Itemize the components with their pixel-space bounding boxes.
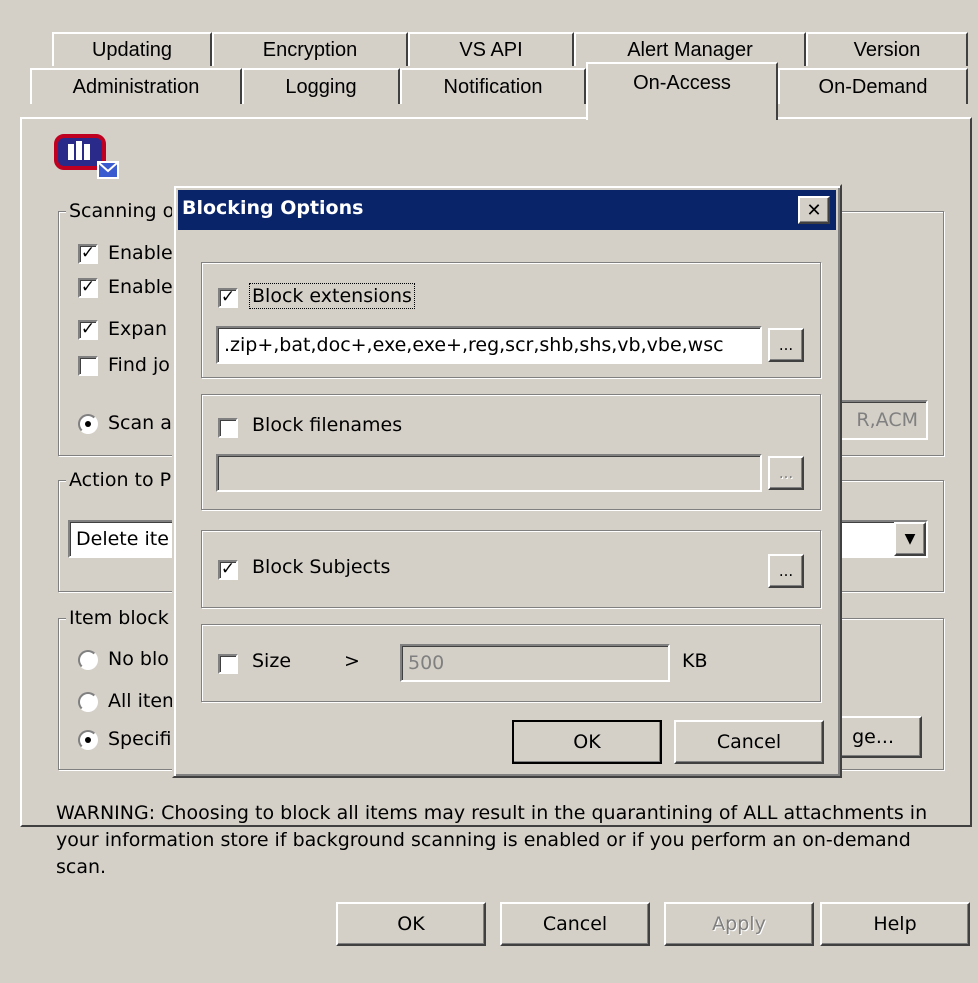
dialog-title: Blocking Options	[182, 197, 364, 219]
action-group-label: Action to P	[66, 469, 175, 491]
app-icon	[54, 132, 122, 184]
cancel-button-label: Cancel	[542, 913, 608, 935]
scan-radio[interactable]	[78, 414, 98, 434]
all-items-radio[interactable]	[78, 692, 98, 712]
dialog-ok-button[interactable]: OK	[512, 720, 662, 764]
ok-button-label: OK	[397, 913, 425, 935]
tab-label: VS API	[459, 38, 523, 61]
specific-label: Specifi	[108, 728, 172, 750]
dialog-titlebar: Blocking Options ✕	[178, 190, 836, 230]
warning-text: WARNING: Choosing to block all items may…	[56, 802, 928, 878]
specific-radio[interactable]	[78, 730, 98, 750]
blocking-options-dialog: Blocking Options ✕ ✓ Block extensions .z…	[172, 184, 842, 778]
tab-label: Logging	[285, 75, 357, 98]
tab-version[interactable]: Version	[806, 32, 968, 66]
tab-label: Notification	[443, 75, 543, 98]
size-input: 500	[400, 644, 670, 682]
tab-logging[interactable]: Logging	[242, 68, 400, 104]
block-extensions-label: Block extensions	[249, 283, 415, 309]
block-filenames-group	[201, 394, 821, 510]
size-checkbox[interactable]	[218, 654, 238, 674]
enable-label-2: Enable	[108, 276, 173, 298]
tab-encryption[interactable]: Encryption	[212, 32, 408, 66]
size-value: 500	[408, 652, 445, 674]
close-button[interactable]: ✕	[798, 196, 830, 224]
enable-label-1: Enable	[108, 242, 173, 264]
block-subjects-browse-button[interactable]: ...	[768, 554, 804, 588]
tab-on-access[interactable]: On-Access	[586, 62, 778, 120]
apply-button: Apply	[664, 902, 814, 946]
browse-label: ...	[778, 336, 794, 354]
tab-updating[interactable]: Updating	[52, 32, 212, 66]
block-extensions-value: .zip+,bat,doc+,exe,exe+,reg,scr,shb,shs,…	[224, 334, 724, 356]
tab-on-demand[interactable]: On-Demand	[778, 68, 968, 104]
apply-button-label: Apply	[712, 913, 766, 935]
help-button[interactable]: Help	[820, 902, 970, 946]
all-items-label: All item	[108, 690, 181, 712]
tab-label: Version	[853, 38, 921, 61]
dialog-cancel-button[interactable]: Cancel	[674, 720, 824, 764]
dialog-ok-label: OK	[573, 731, 601, 753]
tab-label: Encryption	[262, 38, 358, 61]
scan-field-text: R,ACM	[856, 409, 918, 431]
block-subjects-checkbox[interactable]: ✓	[218, 560, 238, 580]
enable-checkbox-2[interactable]: ✓	[78, 278, 98, 298]
block-filenames-label: Block filenames	[252, 414, 403, 436]
size-label: Size	[252, 650, 292, 672]
enable-checkbox-1[interactable]: ✓	[78, 244, 98, 264]
action-select-dropdown-button[interactable]: ▼	[894, 522, 926, 556]
no-block-radio[interactable]	[78, 650, 98, 670]
block-extensions-input[interactable]: .zip+,bat,doc+,exe,exe+,reg,scr,shb,shs,…	[216, 326, 762, 364]
close-icon: ✕	[806, 199, 822, 221]
action-select-value: Delete ite	[76, 528, 169, 550]
browse-label: ...	[778, 562, 794, 580]
tab-alert-manager[interactable]: Alert Manager	[574, 32, 806, 66]
block-extensions-checkbox[interactable]: ✓	[218, 288, 238, 308]
no-block-label: No blo	[108, 648, 169, 670]
tab-notification[interactable]: Notification	[400, 68, 586, 104]
find-checkbox[interactable]	[78, 356, 98, 376]
block-subjects-label: Block Subjects	[252, 556, 391, 578]
cancel-button[interactable]: Cancel	[500, 902, 650, 946]
tab-administration[interactable]: Administration	[30, 68, 242, 104]
item-block-group-label: Item block	[66, 607, 172, 629]
block-filenames-input	[216, 454, 762, 492]
ok-button[interactable]: OK	[336, 902, 486, 946]
expand-checkbox[interactable]: ✓	[78, 320, 98, 340]
size-unit: KB	[682, 650, 708, 672]
find-label: Find jo	[108, 354, 170, 376]
block-filenames-browse-button: ...	[768, 456, 804, 490]
dialog-cancel-label: Cancel	[716, 731, 782, 753]
chevron-down-icon: ▼	[904, 531, 916, 547]
tab-label: Updating	[91, 38, 173, 61]
scan-radio-label: Scan a	[108, 412, 172, 434]
block-extensions-browse-button[interactable]: ...	[768, 328, 804, 362]
scanning-group-label: Scanning o	[66, 200, 178, 222]
change-button-label: ge...	[852, 726, 894, 748]
tab-label: On-Access	[633, 72, 731, 94]
tab-label: On-Demand	[818, 75, 928, 98]
tab-vs-api[interactable]: VS API	[408, 32, 574, 66]
tab-label: Alert Manager	[627, 38, 753, 61]
tab-label: Administration	[72, 75, 200, 98]
expand-label: Expan	[108, 318, 167, 340]
size-operator: >	[344, 650, 360, 672]
browse-label: ...	[778, 464, 794, 482]
block-filenames-checkbox[interactable]	[218, 418, 238, 438]
help-button-label: Help	[873, 913, 917, 935]
